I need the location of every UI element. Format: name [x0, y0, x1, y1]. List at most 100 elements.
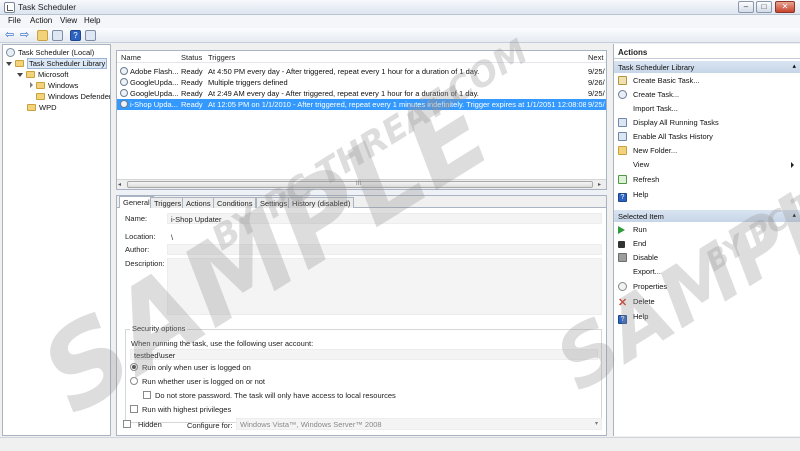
scroll-right-icon[interactable]: ▸	[598, 181, 601, 188]
security-options-group: Security options When running the task, …	[125, 324, 602, 423]
action-help-selected[interactable]: ? Help	[618, 312, 798, 326]
action-create-basic-task[interactable]: Create Basic Task...	[618, 76, 798, 90]
checkbox-icon[interactable]	[143, 391, 151, 399]
column-header-name[interactable]: Name	[121, 53, 141, 62]
collapse-up-icon[interactable]: ▴	[792, 62, 796, 70]
expand-arrow-icon[interactable]	[17, 73, 23, 77]
action-export[interactable]: Export...	[618, 267, 798, 281]
export-icon	[618, 267, 627, 276]
hidden-checkbox[interactable]: Hidden	[123, 420, 162, 429]
tree-node-wpd[interactable]: WPD	[27, 103, 57, 112]
window-title: Task Scheduler	[18, 2, 77, 12]
action-label: Help	[633, 312, 649, 321]
column-header-status[interactable]: Status	[181, 53, 202, 62]
action-new-folder[interactable]: New Folder...	[618, 146, 798, 160]
collapse-arrow-icon[interactable]	[30, 82, 33, 88]
action-delete[interactable]: ✕ Delete	[618, 297, 798, 311]
back-arrow-icon[interactable]: ⇦	[5, 30, 16, 41]
table-row[interactable]: Adobe Flash... Ready At 4:50 PM every da…	[117, 66, 606, 77]
action-import-task[interactable]: Import Task...	[618, 104, 798, 118]
tab-general[interactable]: General	[119, 196, 154, 208]
do-not-store-password-checkbox[interactable]: Do not store password. The task will onl…	[143, 391, 396, 400]
maximize-button[interactable]: □	[756, 1, 772, 13]
checkbox-icon[interactable]	[130, 405, 138, 413]
tree-node-library[interactable]: Task Scheduler Library	[6, 58, 108, 69]
table-row[interactable]: GoogleUpda... Ready At 2:49 AM every day…	[117, 88, 606, 99]
submenu-arrow-icon	[791, 162, 794, 168]
show-hide-action-pane-icon[interactable]	[85, 30, 96, 41]
run-logged-on-radio[interactable]: Run only when user is logged on	[130, 363, 251, 372]
run-whether-logged-on-radio[interactable]: Run whether user is logged on or not	[130, 377, 265, 386]
show-hide-console-tree-icon[interactable]	[52, 30, 63, 41]
tab-conditions[interactable]: Conditions	[213, 197, 257, 208]
section-header-selected-item[interactable]: Selected Item ▴	[614, 210, 800, 222]
menu-action[interactable]: Action	[30, 16, 52, 25]
configure-for-select[interactable]: Windows Vista™, Windows Server™ 2008 ▾	[236, 418, 602, 430]
details-tab-strip: General Triggers Actions Conditions Sett…	[117, 196, 606, 208]
action-enable-history[interactable]: Enable All Tasks History	[618, 132, 798, 146]
tab-settings[interactable]: Settings	[256, 197, 292, 208]
action-create-task[interactable]: Create Task...	[618, 90, 798, 104]
highest-privileges-checkbox[interactable]: Run with highest privileges	[130, 405, 231, 414]
action-run[interactable]: Run	[618, 225, 798, 239]
menu-help[interactable]: Help	[84, 16, 100, 25]
location-label: Location:	[125, 232, 156, 241]
action-end[interactable]: End	[618, 239, 798, 253]
tab-triggers[interactable]: Triggers	[150, 197, 186, 208]
action-help-library[interactable]: ? Help	[618, 190, 798, 204]
column-header-next-run[interactable]: Next R	[588, 53, 606, 62]
task-next-run: 9/26/	[588, 78, 605, 87]
location-field: \	[167, 231, 602, 242]
status-bar	[0, 437, 800, 451]
tab-actions[interactable]: Actions	[182, 197, 215, 208]
actions-pane: Actions Task Scheduler Library ▴ Create B…	[613, 44, 800, 436]
horizontal-scrollbar[interactable]: ◂ III ▸	[117, 179, 606, 189]
minimize-button[interactable]: –	[738, 1, 754, 13]
tree-node-label: Task Scheduler (Local)	[18, 48, 95, 57]
tree-node-root[interactable]: Task Scheduler (Local)	[6, 48, 94, 57]
tree-node-defender[interactable]: Windows Defender	[36, 92, 111, 101]
radio-label: Run whether user is logged on or not	[142, 377, 265, 386]
chevron-down-icon[interactable]: ▾	[595, 420, 598, 427]
task-triggers: At 12:05 PM on 1/1/2010 - After triggere…	[208, 100, 586, 109]
action-label: End	[633, 239, 647, 248]
user-account-field: testbed\user	[130, 349, 598, 360]
tree-node-microsoft[interactable]: Microsoft	[17, 70, 68, 79]
view-icon	[618, 160, 627, 169]
help-icon: ?	[618, 315, 627, 324]
menu-file[interactable]: File	[8, 16, 21, 25]
expand-arrow-icon[interactable]	[6, 62, 12, 66]
tree-node-label: Windows Defender	[48, 92, 111, 101]
scroll-left-icon[interactable]: ◂	[118, 181, 121, 188]
task-status: Ready	[181, 89, 203, 98]
action-view[interactable]: View	[618, 160, 798, 174]
up-folder-icon[interactable]	[37, 30, 48, 41]
tree-node-windows[interactable]: Windows	[30, 81, 78, 90]
column-header-triggers[interactable]: Triggers	[208, 53, 235, 62]
help-icon[interactable]: ?	[70, 30, 81, 41]
action-label: New Folder...	[633, 146, 678, 155]
task-status: Ready	[181, 100, 203, 109]
collapse-up-icon[interactable]: ▴	[792, 211, 796, 219]
radio-selected-icon[interactable]	[130, 363, 138, 371]
description-field[interactable]	[167, 258, 602, 315]
checkbox-icon[interactable]	[123, 420, 131, 428]
scrollbar-thumb[interactable]: III	[127, 181, 593, 188]
close-button[interactable]: ✕	[775, 1, 795, 13]
radio-icon[interactable]	[130, 377, 138, 385]
table-row-selected[interactable]: i-Shop Upda... Ready At 12:05 PM on 1/1/…	[117, 99, 606, 110]
action-properties[interactable]: Properties	[618, 282, 798, 296]
tab-history[interactable]: History (disabled)	[288, 197, 355, 208]
menu-view[interactable]: View	[60, 16, 77, 25]
tree-node-label: Task Scheduler Library	[27, 58, 108, 69]
action-label: Create Task...	[633, 90, 680, 99]
action-display-running-tasks[interactable]: Display All Running Tasks	[618, 118, 798, 132]
folder-icon	[27, 104, 36, 111]
action-refresh[interactable]: Refresh	[618, 175, 798, 189]
section-header-library[interactable]: Task Scheduler Library ▴	[614, 61, 800, 73]
name-field[interactable]: i-Shop Updater	[167, 213, 602, 224]
table-row[interactable]: GoogleUpda... Ready Multiple triggers de…	[117, 77, 606, 88]
action-disable[interactable]: Disable	[618, 253, 798, 267]
author-field[interactable]	[167, 244, 602, 255]
forward-arrow-icon[interactable]: ⇨	[20, 30, 31, 41]
